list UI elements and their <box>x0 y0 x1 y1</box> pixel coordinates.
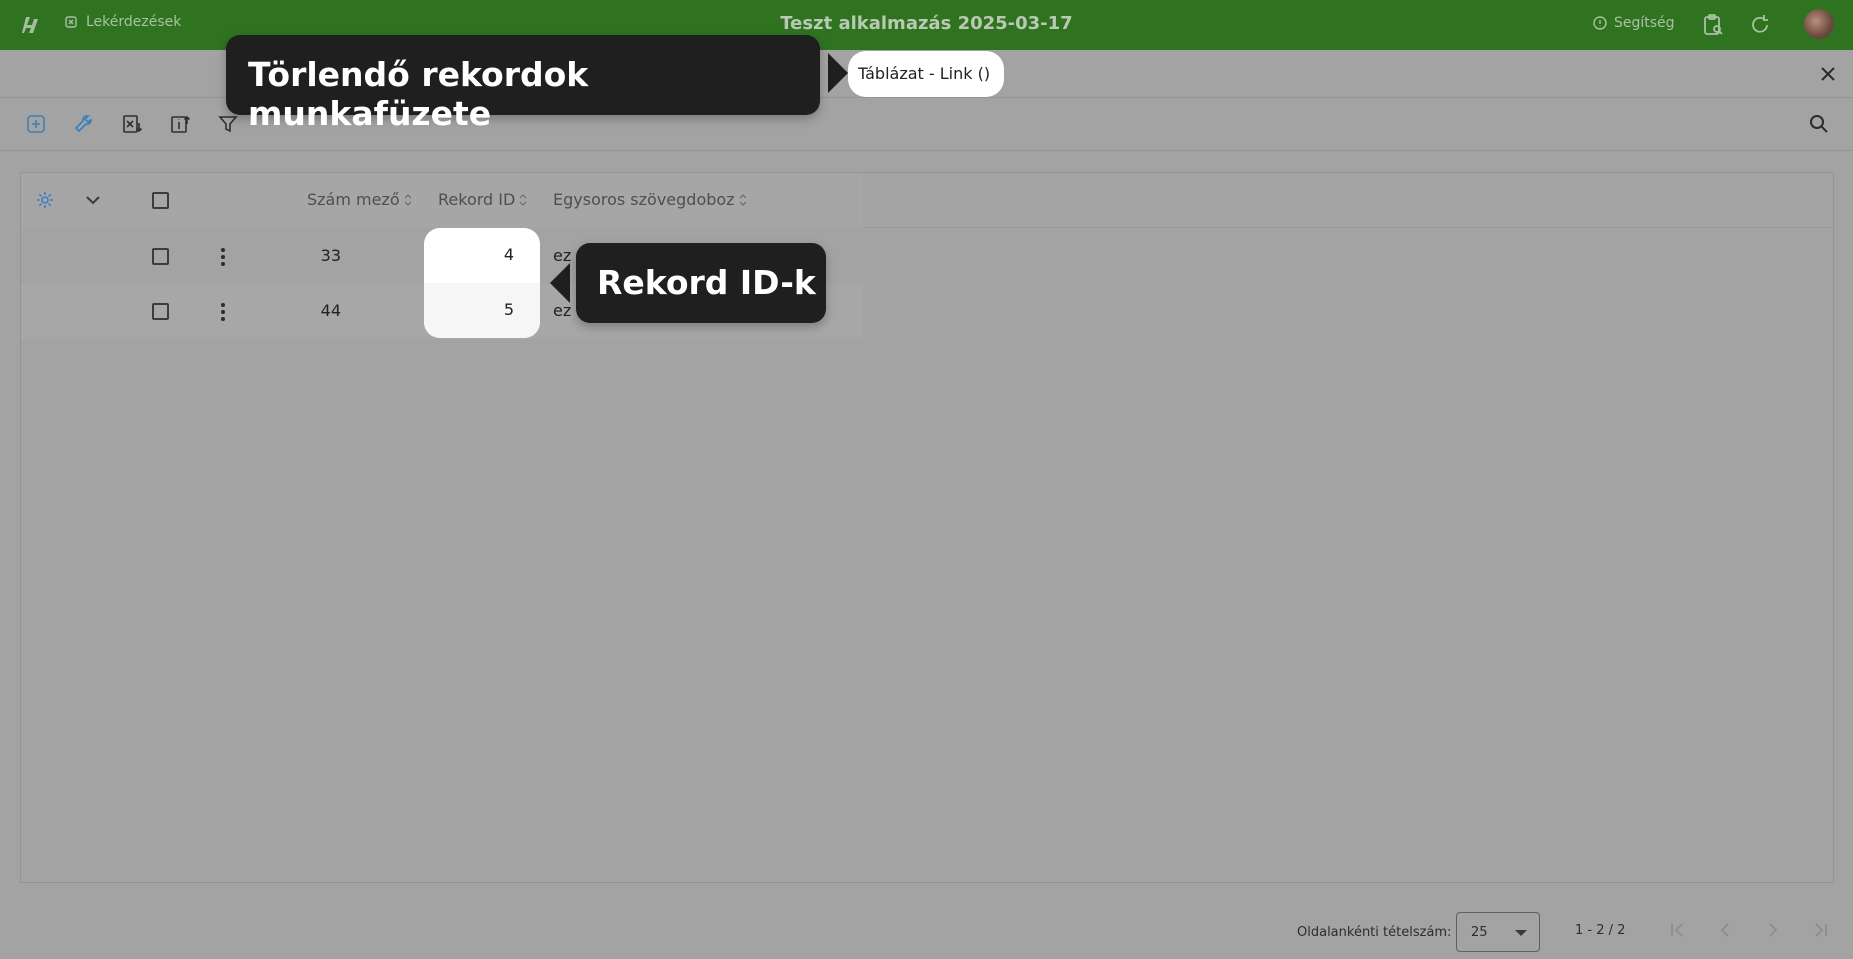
sort-icon <box>404 193 412 206</box>
row-checkbox[interactable] <box>152 303 169 320</box>
search-icon[interactable] <box>1808 113 1830 135</box>
breadcrumb[interactable]: Lekérdezések <box>64 14 181 30</box>
row-checkbox[interactable] <box>152 248 169 265</box>
column-header-szam[interactable]: Szám mező <box>307 190 412 209</box>
app-logo-icon[interactable] <box>20 13 44 37</box>
help-label: Segítség <box>1614 15 1675 31</box>
refresh-icon[interactable] <box>1747 12 1773 38</box>
chevron-down-icon[interactable] <box>83 190 103 210</box>
rekord-id-highlight: 4 5 <box>424 228 540 338</box>
help-icon <box>1593 16 1607 30</box>
wrench-icon[interactable] <box>73 113 95 135</box>
callout-pointer <box>550 263 570 303</box>
clipboard-search-icon[interactable] <box>1700 12 1726 38</box>
column-label: Rekord ID <box>438 190 516 209</box>
first-page-icon[interactable] <box>1667 920 1687 940</box>
per-page-select[interactable]: 25 <box>1456 912 1540 952</box>
cell-szam: 44 <box>320 301 341 320</box>
prev-page-icon[interactable] <box>1715 920 1735 940</box>
column-label: Egysoros szövegdoboz <box>553 190 735 209</box>
close-icon[interactable] <box>1818 64 1838 84</box>
column-header-rekord-id[interactable]: Rekord ID <box>438 190 527 209</box>
data-table: Szám mező Rekord ID Egysoros szövegdoboz… <box>20 172 1835 883</box>
page-range: 1 - 2 / 2 <box>1575 923 1626 938</box>
help-link[interactable]: Segítség <box>1592 15 1675 31</box>
filter-icon[interactable] <box>217 113 239 135</box>
user-avatar[interactable] <box>1804 9 1834 39</box>
sort-icon <box>519 193 527 206</box>
cell-rekord-id: 4 <box>503 245 514 264</box>
add-record-icon[interactable] <box>25 113 47 135</box>
cell-szam: 33 <box>320 246 341 265</box>
next-page-icon[interactable] <box>1763 920 1783 940</box>
sort-icon <box>739 193 747 206</box>
info-export-icon[interactable] <box>169 113 191 135</box>
last-page-icon[interactable] <box>1811 920 1831 940</box>
cell-rekord-id: 5 <box>424 283 540 338</box>
table-link-tab[interactable]: Táblázat - Link () <box>848 51 1004 97</box>
gear-icon[interactable] <box>35 190 55 210</box>
per-page-value: 25 <box>1471 925 1488 940</box>
breadcrumb-label: Lekérdezések <box>86 14 182 30</box>
per-page-label: Oldalankénti tételszám: <box>1297 925 1452 940</box>
excel-export-icon[interactable] <box>121 113 143 135</box>
select-all-checkbox[interactable] <box>152 192 169 209</box>
app-title: Teszt alkalmazás 2025-03-17 <box>780 13 1073 34</box>
column-label: Szám mező <box>307 190 400 209</box>
row-menu-icon[interactable] <box>220 302 226 322</box>
row-menu-icon[interactable] <box>220 247 226 267</box>
workbook-callout: Törlendő rekordok munkafüzete <box>226 35 820 133</box>
record-ids-callout: Rekord ID-k <box>576 243 826 323</box>
column-header-egysoros[interactable]: Egysoros szövegdoboz <box>553 190 747 209</box>
caret-down-icon <box>1515 930 1527 936</box>
callout-pointer <box>828 53 848 93</box>
query-icon <box>65 16 77 28</box>
pagination-bar: Oldalankénti tételszám: 25 1 - 2 / 2 <box>0 900 1853 959</box>
table-header: Szám mező Rekord ID Egysoros szövegdoboz <box>21 173 1835 228</box>
